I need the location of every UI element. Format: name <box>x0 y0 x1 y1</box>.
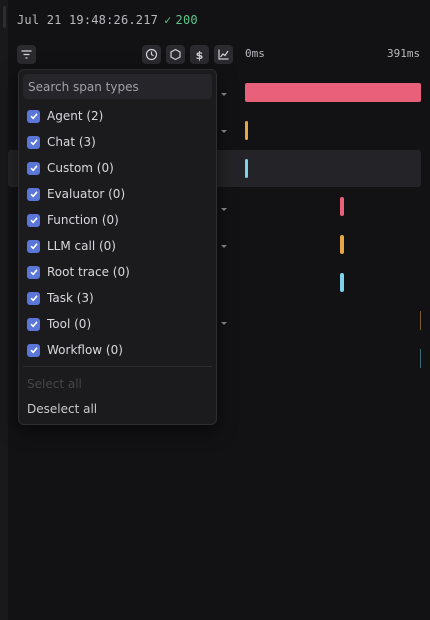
span-type-option[interactable]: Agent (2) <box>27 105 103 127</box>
span-bar-chat[interactable] <box>420 311 421 330</box>
chart-view-button[interactable] <box>214 45 233 64</box>
span-type-option-label: Task (3) <box>47 291 94 305</box>
span-type-option-label: Evaluator (0) <box>47 187 126 201</box>
checkbox-checked-icon[interactable] <box>27 239 40 253</box>
span-type-option-label: Workflow (0) <box>47 343 123 357</box>
cost-view-button[interactable]: $ <box>190 45 209 64</box>
expand-caret-icon[interactable] <box>221 130 227 133</box>
left-panel-edge <box>0 0 8 620</box>
span-type-search-input[interactable] <box>23 74 212 99</box>
checkbox-checked-icon[interactable] <box>27 317 40 331</box>
checkbox-checked-icon[interactable] <box>27 291 40 305</box>
select-all-button[interactable]: Select all <box>27 377 82 391</box>
span-type-option[interactable]: Custom (0) <box>27 157 114 179</box>
span-type-option[interactable]: Chat (3) <box>27 131 96 153</box>
deselect-all-button[interactable]: Deselect all <box>27 402 97 416</box>
span-bar-custom[interactable] <box>420 349 421 368</box>
span-type-option[interactable]: Tool (0) <box>27 313 91 335</box>
expand-caret-icon[interactable] <box>221 245 227 248</box>
status-code: 200 <box>175 13 198 27</box>
timeline-end-label: 391ms <box>387 47 421 60</box>
span-bar-custom[interactable] <box>340 273 344 292</box>
timeline-start-label: 0ms <box>245 47 265 60</box>
span-type-option[interactable]: Task (3) <box>27 287 94 309</box>
status-check-icon: ✓ <box>164 13 172 27</box>
checkbox-checked-icon[interactable] <box>27 343 40 357</box>
hexagon-icon <box>170 48 181 61</box>
span-type-option-label: Root trace (0) <box>47 265 130 279</box>
checkbox-checked-icon[interactable] <box>27 187 40 201</box>
svg-text:$: $ <box>196 49 204 61</box>
span-type-option[interactable]: Root trace (0) <box>27 261 130 283</box>
span-type-option-label: Function (0) <box>47 213 119 227</box>
clock-icon <box>145 48 158 61</box>
span-bar-agent[interactable] <box>245 83 421 102</box>
panel-resize-handle[interactable] <box>3 6 6 28</box>
menu-divider <box>23 366 212 367</box>
filter-button[interactable] <box>17 45 36 64</box>
tokens-view-button[interactable] <box>166 45 185 64</box>
span-bar-chat[interactable] <box>340 235 344 254</box>
trace-header: Jul 21 19:48:26.217 ✓ 200 <box>17 13 198 27</box>
span-type-option[interactable]: Evaluator (0) <box>27 183 125 205</box>
span-type-option-label: Chat (3) <box>47 135 96 149</box>
chart-icon <box>218 49 229 60</box>
checkbox-checked-icon[interactable] <box>27 161 40 175</box>
duration-view-button[interactable] <box>142 45 161 64</box>
span-type-option-label: Custom (0) <box>47 161 114 175</box>
dollar-icon: $ <box>196 49 204 61</box>
span-bar-custom[interactable] <box>245 159 248 178</box>
trace-timestamp: Jul 21 19:48:26.217 <box>17 13 159 27</box>
span-type-filter-menu: Agent (2) Chat (3) Custom (0) Evaluator (0)… <box>18 69 217 425</box>
span-type-option-label: Agent (2) <box>47 109 104 123</box>
expand-caret-icon[interactable] <box>221 93 227 96</box>
expand-caret-icon[interactable] <box>221 322 227 325</box>
checkbox-checked-icon[interactable] <box>27 265 40 279</box>
span-bar-agent[interactable] <box>340 197 344 216</box>
span-type-option[interactable]: LLM call (0) <box>27 235 116 257</box>
checkbox-checked-icon[interactable] <box>27 135 40 149</box>
span-type-option[interactable]: Workflow (0) <box>27 339 123 361</box>
span-type-option-label: Tool (0) <box>47 317 92 331</box>
span-type-option[interactable]: Function (0) <box>27 209 119 231</box>
checkbox-checked-icon[interactable] <box>27 213 40 227</box>
checkbox-checked-icon[interactable] <box>27 109 40 123</box>
span-bar-chat[interactable] <box>245 121 248 140</box>
expand-caret-icon[interactable] <box>221 208 227 211</box>
span-type-option-label: LLM call (0) <box>47 239 116 253</box>
filter-icon <box>21 50 32 59</box>
